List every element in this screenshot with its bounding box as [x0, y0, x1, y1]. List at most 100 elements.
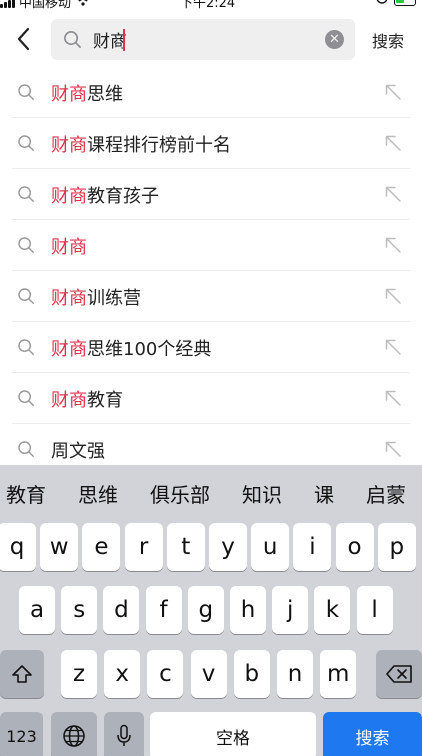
suggestion-item[interactable]: 财商教育孩子	[0, 169, 422, 220]
fill-query-arrow-icon[interactable]	[384, 185, 402, 203]
suggestion-rest: 教育	[87, 390, 123, 411]
suggestion-text: 财商训练营	[51, 284, 141, 310]
microphone-icon	[117, 724, 131, 746]
candidate-word[interactable]: 启蒙	[366, 479, 406, 508]
fill-query-arrow-icon[interactable]	[384, 236, 402, 254]
status-left: 中国移动	[0, 0, 91, 11]
suggestion-rest: 周文强	[51, 441, 105, 462]
suggestion-rest: 思维	[87, 84, 123, 105]
suggestion-item[interactable]: 财商思维	[0, 67, 422, 118]
key-q[interactable]: q	[0, 523, 36, 571]
key-i[interactable]: i	[293, 523, 332, 571]
suggestion-text: 财商	[51, 233, 87, 259]
suggestion-item[interactable]: 财商思维100个经典	[0, 322, 422, 373]
key-h[interactable]: h	[230, 586, 266, 634]
suggestion-text: 周文强	[51, 437, 105, 463]
key-k[interactable]: k	[314, 586, 351, 634]
suggestion-highlight: 财商	[51, 339, 87, 360]
suggestion-item[interactable]: 财商	[0, 220, 422, 271]
search-icon	[17, 389, 35, 407]
suggestion-highlight: 财商	[51, 237, 87, 258]
search-icon	[17, 83, 35, 101]
search-action-key[interactable]: 搜索	[323, 712, 422, 756]
search-icon	[63, 30, 83, 50]
candidate-word[interactable]: 俱乐部	[150, 479, 210, 508]
space-key[interactable]: 空格	[150, 712, 316, 756]
suggestion-list: 财商思维 财商课程排行榜前十名 财商教育孩子 财商 财商训练营 财商思维100个经典 财商教…	[0, 67, 422, 475]
fill-query-arrow-icon[interactable]	[384, 338, 402, 356]
suggestion-item[interactable]: 财商课程排行榜前十名	[0, 118, 422, 169]
suggestion-text: 财商教育	[51, 386, 123, 412]
key-d[interactable]: d	[103, 586, 140, 634]
suggestion-item[interactable]: 财商教育	[0, 373, 422, 424]
key-x[interactable]: x	[104, 650, 141, 698]
key-b[interactable]: b	[233, 650, 270, 698]
key-f[interactable]: f	[145, 586, 182, 634]
fill-query-arrow-icon[interactable]	[384, 287, 402, 305]
key-v[interactable]: v	[190, 650, 227, 698]
key-c[interactable]: c	[147, 650, 184, 698]
shift-key[interactable]	[0, 650, 44, 698]
key-r[interactable]: r	[124, 523, 163, 571]
search-icon	[17, 185, 35, 203]
search-icon	[17, 440, 35, 458]
suggestion-text: 财商思维	[51, 80, 123, 106]
key-g[interactable]: g	[187, 586, 224, 634]
clear-icon[interactable]: ✕	[325, 30, 344, 49]
status-bar: 中国移动 下午2:24	[0, 0, 422, 11]
key-s[interactable]: s	[61, 586, 98, 634]
delete-key[interactable]	[376, 650, 422, 698]
suggestion-highlight: 财商	[51, 186, 87, 207]
key-w[interactable]: w	[40, 523, 79, 571]
suggestion-highlight: 财商	[51, 288, 87, 309]
search-page: 中国移动 下午2:24 ✕ 搜索 财商思维财商课程排行榜前十名财商教育	[0, 0, 422, 756]
shift-icon	[12, 665, 32, 683]
search-icon	[17, 236, 35, 254]
suggestion-text: 财商课程排行榜前十名	[51, 131, 231, 157]
suggestion-highlight: 财商	[51, 84, 87, 105]
battery-icon	[394, 0, 416, 6]
suggestion-rest: 思维100个经典	[87, 339, 212, 360]
globe-icon	[63, 725, 85, 747]
fill-query-arrow-icon[interactable]	[384, 83, 402, 101]
suggestion-highlight: 财商	[51, 135, 87, 156]
key-t[interactable]: t	[166, 523, 205, 571]
wifi-icon	[75, 0, 91, 10]
back-button[interactable]	[8, 22, 38, 56]
key-u[interactable]: u	[251, 523, 290, 571]
fill-query-arrow-icon[interactable]	[384, 134, 402, 152]
key-l[interactable]: l	[356, 586, 393, 634]
search-button[interactable]: 搜索	[372, 28, 404, 52]
key-a[interactable]: a	[19, 586, 55, 634]
candidate-bar: 教育 思维 俱乐部 知识 课 启蒙	[0, 465, 422, 521]
key-e[interactable]: e	[82, 523, 121, 571]
key-j[interactable]: j	[272, 586, 309, 634]
status-time: 下午2:24	[180, 0, 236, 11]
suggestion-rest: 课程排行榜前十名	[87, 135, 231, 156]
search-header: ✕ 搜索	[0, 14, 422, 66]
mic-key[interactable]	[104, 712, 144, 756]
fill-query-arrow-icon[interactable]	[384, 440, 402, 458]
search-icon	[17, 338, 35, 356]
numbers-key[interactable]: 123	[0, 712, 43, 756]
search-icon	[17, 134, 35, 152]
key-n[interactable]: n	[277, 650, 313, 698]
globe-key[interactable]	[51, 712, 97, 756]
search-box[interactable]: ✕	[51, 19, 355, 60]
candidate-word[interactable]: 思维	[78, 479, 118, 508]
candidate-word[interactable]: 教育	[6, 479, 46, 508]
key-z[interactable]: z	[61, 650, 97, 698]
key-p[interactable]: p	[377, 523, 416, 571]
suggestion-text: 财商教育孩子	[51, 182, 159, 208]
key-y[interactable]: y	[209, 523, 247, 571]
candidate-word[interactable]: 知识	[242, 479, 282, 508]
text-caret	[123, 28, 125, 51]
key-m[interactable]: m	[320, 650, 357, 698]
key-o[interactable]: o	[335, 523, 374, 571]
suggestion-rest: 教育孩子	[87, 186, 159, 207]
suggestion-item[interactable]: 财商训练营	[0, 271, 422, 322]
fill-query-arrow-icon[interactable]	[384, 389, 402, 407]
chevron-left-icon	[17, 27, 30, 51]
candidate-word[interactable]: 课	[314, 479, 334, 508]
suggestion-highlight: 财商	[51, 390, 87, 411]
